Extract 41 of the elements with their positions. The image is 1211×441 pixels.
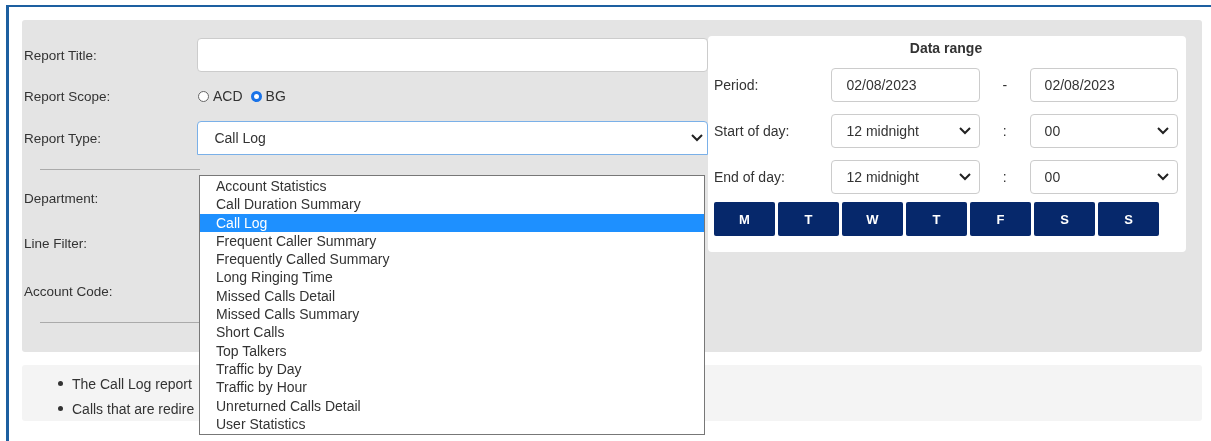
radio-button[interactable]: [198, 90, 209, 102]
date-field[interactable]: 02/08/2023: [1029, 68, 1178, 102]
chevron-down-icon: [1157, 173, 1169, 181]
bullet-icon: [58, 406, 63, 411]
day-button[interactable]: M: [714, 202, 775, 236]
minute-select[interactable]: 00: [1029, 114, 1178, 148]
field-label: Account Code:: [24, 283, 114, 299]
caret-icon: [691, 134, 703, 142]
day-button[interactable]: W: [842, 202, 903, 236]
date-field[interactable]: 02/08/2023: [831, 68, 980, 102]
day-button[interactable]: S: [1098, 202, 1159, 236]
radio-label: ACD: [213, 88, 243, 104]
field-label: Report Type:: [24, 130, 103, 146]
separator-text: :: [1001, 123, 1008, 139]
field-label: Report Title:: [24, 47, 98, 63]
note-text: Calls that are redire: [72, 400, 195, 417]
field-label: Report Scope:: [24, 88, 112, 104]
card-title: Data range: [908, 40, 984, 58]
radio-button[interactable]: [250, 90, 262, 102]
field-label: End of day:: [714, 169, 786, 185]
day-button[interactable]: T: [778, 202, 839, 236]
note-text: The Call Log report: [72, 375, 192, 392]
minute-select[interactable]: 00: [1029, 160, 1178, 194]
field-label: Period:: [714, 77, 760, 93]
bullet-icon: [58, 381, 63, 386]
field-label: Department:: [24, 190, 100, 206]
day-button[interactable]: T: [906, 202, 967, 236]
report-type-select[interactable]: Call Log: [197, 121, 708, 155]
hour-select[interactable]: 12 midnight: [831, 160, 980, 194]
chevron-down-icon: [958, 173, 971, 181]
day-button[interactable]: S: [1034, 202, 1095, 236]
field-label: Start of day:: [714, 123, 791, 139]
separator-text: -: [1001, 77, 1009, 93]
chevron-down-icon: [1157, 127, 1169, 135]
report-title-field[interactable]: [197, 38, 708, 72]
separator-text: :: [1001, 169, 1008, 185]
day-button[interactable]: F: [970, 202, 1031, 236]
field-label: Line Filter:: [24, 235, 89, 251]
radio-label: BG: [265, 88, 286, 104]
chevron-down-icon: [958, 127, 971, 135]
hour-select[interactable]: 12 midnight: [831, 114, 980, 148]
